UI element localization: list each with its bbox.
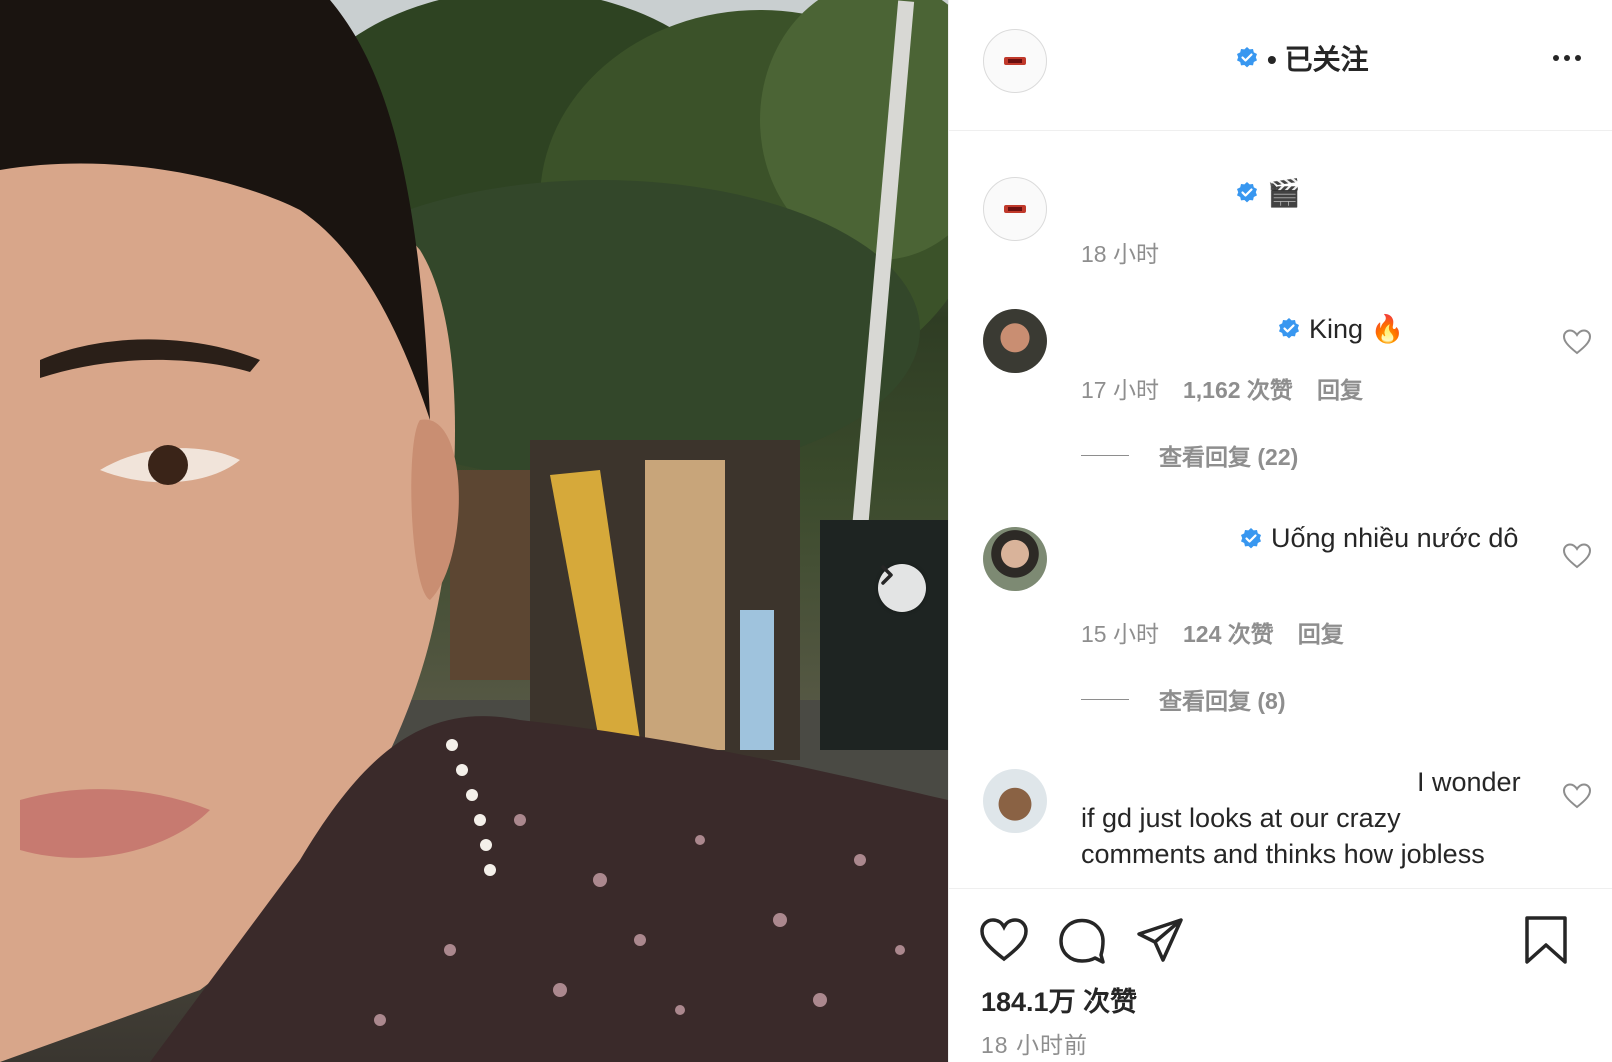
post-header: • 已关注	[949, 0, 1612, 131]
verified-badge-icon	[1237, 182, 1257, 203]
comment-text: King 🔥	[1277, 313, 1404, 345]
chevron-right-icon	[881, 565, 893, 585]
ellipsis-icon	[1553, 55, 1559, 61]
caption-text: 🎬	[1235, 177, 1301, 209]
caption-meta: 18 小时	[1081, 235, 1159, 269]
comment-meta: 15 小时 124 次赞 回复	[1081, 615, 1344, 649]
comment-text-line3: comments and thinks how jobless	[1081, 839, 1485, 869]
comment-meta: 17 小时 1,162 次赞 回复	[1081, 371, 1363, 405]
likes-count[interactable]: 184.1万 次赞	[981, 980, 1137, 1019]
author-logo	[1004, 57, 1026, 65]
heart-icon[interactable]	[1563, 329, 1591, 355]
photo-illustration	[0, 0, 948, 1062]
comment-text: Uống nhiều nước dô	[1239, 523, 1518, 554]
comment-text-line2: if gd just looks at our crazy	[1081, 803, 1401, 833]
comments-list: 🎬 18 小时 King 🔥 17 小时 1,162 次赞 回复 查看回复 (2…	[949, 131, 1612, 888]
post-photo	[0, 0, 948, 1062]
view-replies-button[interactable]: 查看回复 (22)	[1081, 438, 1298, 472]
next-photo-button[interactable]	[878, 564, 926, 612]
verified-badge-icon	[1237, 47, 1257, 68]
caption-time[interactable]: 18 小时	[1081, 235, 1159, 269]
reply-button[interactable]: 回复	[1317, 371, 1363, 405]
heart-icon[interactable]	[1563, 783, 1591, 809]
author-meta: • 已关注	[1235, 38, 1369, 78]
view-replies-button[interactable]: 查看回复 (8)	[1081, 682, 1286, 716]
comment-avatar[interactable]	[983, 309, 1047, 373]
post-time[interactable]: 18 小时前	[981, 1026, 1088, 1060]
share-button[interactable]	[1135, 915, 1185, 965]
like-button[interactable]	[979, 915, 1029, 965]
author-avatar[interactable]	[983, 29, 1047, 93]
post-side-panel: • 已关注 🎬 18 小时 King 🔥 17 小时 1,162 次赞 回复 查…	[948, 0, 1612, 1062]
verified-badge-icon	[1279, 318, 1299, 339]
comment-avatar[interactable]	[983, 527, 1047, 591]
save-button[interactable]	[1523, 915, 1569, 965]
comment-avatar[interactable]	[983, 769, 1047, 833]
more-options-button[interactable]	[1553, 50, 1585, 66]
comment-button[interactable]	[1057, 915, 1107, 965]
caption-avatar[interactable]	[983, 177, 1047, 241]
follow-status[interactable]: • 已关注	[1267, 38, 1369, 78]
verified-badge-icon	[1241, 527, 1261, 548]
heart-icon[interactable]	[1563, 543, 1591, 569]
reply-button[interactable]: 回复	[1298, 615, 1344, 649]
comment-text-line1: I wonder	[1417, 767, 1521, 797]
caption-emoji: 🎬	[1267, 178, 1301, 208]
